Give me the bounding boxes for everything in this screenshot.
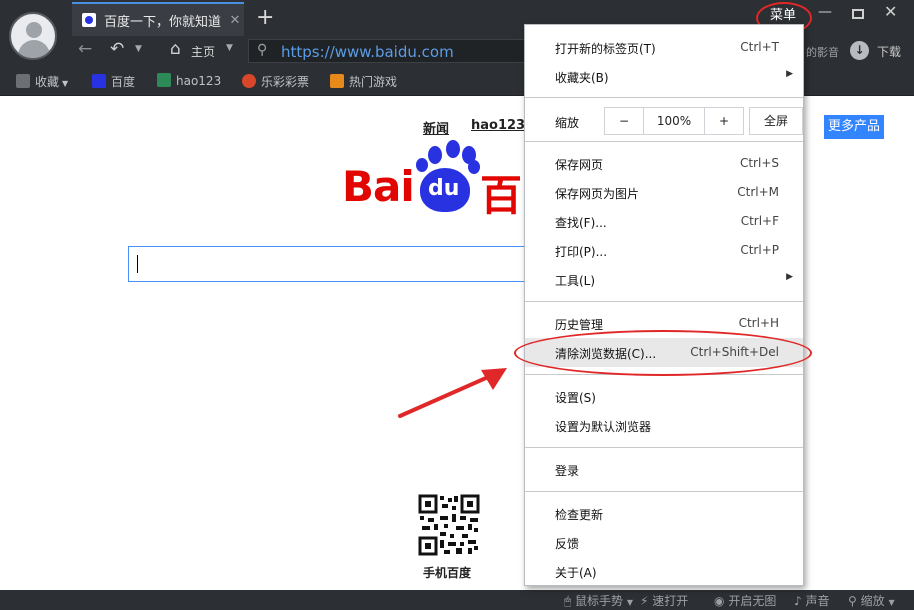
- logo-bai-text: Bai: [342, 162, 415, 211]
- sound-toggle[interactable]: ♪ 声音: [794, 592, 830, 609]
- back-arrow-icon[interactable]: ←: [78, 39, 92, 59]
- menu-item-settings[interactable]: 设置(S): [525, 382, 803, 411]
- bookmark-favorites[interactable]: 收藏 ▼: [16, 73, 68, 90]
- menu-separator: [525, 141, 803, 142]
- qr-code-image: [418, 494, 480, 556]
- text-caret: [137, 255, 138, 273]
- address-bar[interactable]: ⚲ https://www.baidu.com: [248, 39, 528, 63]
- hao123-icon: [157, 73, 171, 87]
- minimize-icon[interactable]: —: [818, 4, 832, 20]
- zoom-toggle[interactable]: ⚲ 缩放 ▼: [848, 592, 895, 609]
- lightning-icon: ⚡: [640, 594, 649, 608]
- tab-baidu[interactable]: 百度一下，你就知道 ✕: [72, 2, 244, 36]
- undo-dropdown-chevron-icon[interactable]: ▼: [135, 44, 142, 54]
- star-folder-icon: [16, 74, 30, 88]
- menu-item-about[interactable]: 关于(A): [525, 557, 803, 586]
- quick-open-toggle[interactable]: ⚡ 速打开: [640, 592, 688, 609]
- tab-title: 百度一下，你就知道: [104, 14, 222, 30]
- logo-cn-text: 百: [480, 171, 523, 220]
- menu-item-check-update[interactable]: 检查更新: [525, 499, 803, 528]
- logo-du-text: du: [428, 176, 460, 201]
- menu-item-feedback[interactable]: 反馈: [525, 528, 803, 557]
- menu-zoom-row: 缩放 − 100% + 全屏: [525, 105, 803, 137]
- menu-separator: [525, 447, 803, 448]
- menu-item-login[interactable]: 登录: [525, 455, 803, 484]
- game-icon: [330, 74, 344, 88]
- download-icon: ↓: [850, 41, 869, 60]
- logo-toe-shape: [416, 158, 428, 172]
- news-link[interactable]: 新闻: [423, 118, 449, 137]
- address-url[interactable]: https://www.baidu.com: [281, 43, 454, 61]
- home-label[interactable]: 主页: [191, 43, 215, 60]
- lottery-icon: [242, 74, 256, 88]
- search-input[interactable]: [128, 246, 528, 282]
- speaker-icon: ♪: [794, 594, 802, 608]
- main-menu-dropdown: 打开新的标签页(T) Ctrl+T 收藏夹(B) ▶ 缩放 − 100% + 全…: [524, 24, 804, 586]
- home-dropdown-chevron-icon[interactable]: ▼: [226, 43, 233, 53]
- home-icon[interactable]: ⌂: [170, 39, 181, 59]
- new-tab-button[interactable]: +: [256, 5, 274, 31]
- menu-item-new-tab[interactable]: 打开新的标签页(T) Ctrl+T: [525, 33, 803, 62]
- magnifier-icon: ⚲: [848, 594, 857, 608]
- menu-item-save-as-image[interactable]: 保存网页为图片 Ctrl+M: [525, 178, 803, 207]
- movie-label[interactable]: 的影音: [806, 44, 839, 60]
- logo-toe-shape: [446, 140, 460, 158]
- gesture-dropdown-chevron-icon: ▼: [626, 598, 634, 607]
- menu-separator: [525, 301, 803, 302]
- menu-item-find[interactable]: 查找(F)... Ctrl+F: [525, 207, 803, 236]
- clear-data-highlight-annotation: [514, 330, 812, 376]
- maximize-icon[interactable]: [852, 9, 864, 19]
- bookmark-games[interactable]: 热门游戏: [330, 73, 397, 90]
- menu-item-tools[interactable]: 工具(L) ▶: [525, 265, 803, 294]
- zoom-in-button[interactable]: +: [704, 107, 744, 135]
- hao123-link[interactable]: hao123: [471, 118, 525, 133]
- close-window-icon[interactable]: ✕: [884, 2, 897, 21]
- bookmark-baidu[interactable]: 百度: [92, 73, 135, 90]
- menu-item-favorites[interactable]: 收藏夹(B) ▶: [525, 62, 803, 91]
- user-avatar[interactable]: [9, 12, 57, 60]
- menu-item-save-page[interactable]: 保存网页 Ctrl+S: [525, 149, 803, 178]
- avatar-body-shape: [18, 40, 50, 58]
- mouse-gesture-toggle[interactable]: 🖱 鼠标手势 ▼: [564, 592, 633, 609]
- menu-separator: [525, 97, 803, 98]
- no-image-toggle[interactable]: ◉ 开启无图: [714, 592, 776, 609]
- status-bar: 🖱 鼠标手势 ▼ ⚡ 速打开 ◉ 开启无图 ♪ 声音 ⚲ 缩放 ▼: [0, 590, 914, 610]
- bookmark-hao123[interactable]: hao123: [157, 73, 221, 88]
- menu-item-print[interactable]: 打印(P)... Ctrl+P: [525, 236, 803, 265]
- qr-caption: 手机百度: [423, 566, 472, 580]
- search-icon: ⚲: [257, 42, 268, 58]
- more-products-button[interactable]: 更多产品: [824, 115, 884, 139]
- eye-icon: ◉: [714, 594, 725, 608]
- tab-close-icon[interactable]: ✕: [226, 13, 244, 28]
- favorites-dropdown-chevron-icon: ▼: [62, 79, 69, 88]
- baidu-logo: Bai du 百: [342, 138, 532, 220]
- zoom-level-display: 100%: [643, 107, 705, 135]
- submenu-arrow-icon: ▶: [786, 272, 793, 282]
- zoom-dropdown-chevron-icon: ▼: [888, 598, 895, 607]
- bookmark-lottery[interactable]: 乐彩彩票: [242, 73, 309, 90]
- menu-separator: [525, 491, 803, 492]
- annotation-arrow-icon: [398, 368, 507, 418]
- download-button[interactable]: ↓ 下载: [850, 41, 910, 63]
- logo-toe-shape: [428, 146, 442, 164]
- menu-item-set-default-browser[interactable]: 设置为默认浏览器: [525, 411, 803, 440]
- baidu-paw-icon: [92, 74, 106, 88]
- baidu-favicon-icon: [82, 13, 96, 27]
- logo-toe-shape: [468, 160, 480, 174]
- avatar-head-shape: [26, 22, 42, 38]
- submenu-arrow-icon: ▶: [786, 69, 793, 79]
- undo-arrow-icon[interactable]: ↶: [110, 39, 124, 59]
- mouse-icon: 🖱: [564, 594, 572, 608]
- zoom-out-button[interactable]: −: [604, 107, 644, 135]
- download-label: 下载: [877, 45, 902, 59]
- fullscreen-button[interactable]: 全屏: [749, 107, 803, 135]
